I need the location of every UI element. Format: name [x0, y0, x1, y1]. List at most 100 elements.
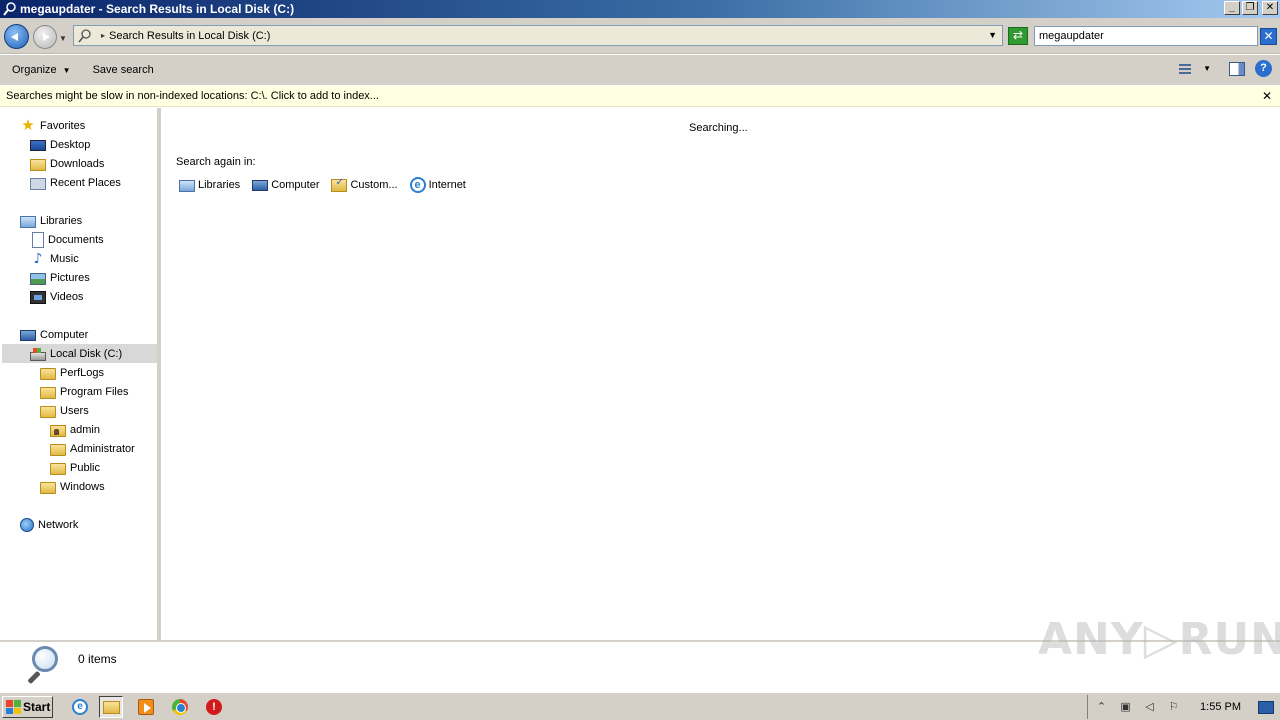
nav-folder-admin[interactable]: admin: [50, 420, 100, 439]
breadcrumb-arrow-icon[interactable]: ▸: [101, 31, 105, 40]
forward-button[interactable]: [33, 25, 57, 49]
videos-icon: [30, 290, 46, 304]
nav-folder-users[interactable]: Users: [40, 401, 89, 420]
view-options-dropdown-icon[interactable]: ▼: [1203, 64, 1211, 73]
nav-libraries[interactable]: Libraries: [20, 211, 82, 230]
search-again-label: Search again in:: [176, 156, 256, 168]
search-clear-button[interactable]: ✕: [1260, 28, 1277, 45]
anyrun-watermark: ANY▷RUN: [1038, 614, 1280, 665]
custom-folder-icon: [331, 177, 348, 192]
nav-folder-perflogs[interactable]: PerfLogs: [40, 363, 104, 382]
nav-admin-label: admin: [70, 423, 100, 436]
nav-desktop-label: Desktop: [50, 138, 91, 151]
nav-folder-windows[interactable]: Windows: [40, 477, 105, 496]
nav-users-label: Users: [60, 404, 89, 417]
show-desktop-icon[interactable]: [1258, 700, 1274, 714]
libraries-icon: [179, 180, 195, 192]
downloads-folder-icon: [30, 158, 46, 171]
address-dropdown-icon[interactable]: ▼: [988, 30, 997, 40]
network-status-icon[interactable]: ▣: [1118, 700, 1133, 715]
search-status: Searching...: [689, 122, 748, 134]
documents-icon: [32, 231, 44, 248]
save-search-button[interactable]: Save search: [93, 64, 154, 76]
local-disk-icon: [30, 347, 46, 361]
search-results-area: Searching... Search again in: Libraries …: [161, 108, 1280, 640]
nav-network[interactable]: Network: [20, 515, 78, 534]
action-center-flag-icon[interactable]: ⚐: [1166, 700, 1181, 715]
nav-folder-administrator[interactable]: Administrator: [50, 439, 135, 458]
address-path: Search Results in Local Disk (C:): [109, 29, 271, 42]
taskbar: Start e ! ⌃ ▣ ◁ ⚐ 1:55 PM: [0, 692, 1280, 720]
search-again-options: Libraries Computer Custom... e Internet: [179, 177, 466, 193]
address-row: ▼ ▸ Search Results in Local Disk (C:) ▼ …: [0, 18, 1280, 54]
nav-pictures-label: Pictures: [50, 271, 90, 284]
nav-music[interactable]: ♪ Music: [30, 249, 79, 268]
command-toolbar: Organize ▼ Save search ▼ ?: [0, 55, 1280, 85]
nav-music-label: Music: [50, 252, 79, 265]
nav-computer[interactable]: Computer: [20, 325, 88, 344]
search-again-libraries[interactable]: Libraries: [179, 177, 240, 193]
windows-logo-icon: [6, 700, 21, 714]
nav-desktop[interactable]: Desktop: [30, 135, 90, 154]
nav-documents[interactable]: Documents: [30, 230, 104, 249]
show-hidden-icons-icon[interactable]: ⌃: [1094, 700, 1109, 715]
details-pane: 0 items ANY▷RUN: [0, 614, 1280, 692]
nav-folder-public[interactable]: Public: [50, 458, 100, 477]
search-again-internet-label: Internet: [428, 179, 466, 191]
recent-pages-dropdown-icon[interactable]: ▼: [59, 34, 67, 43]
folder-icon: [50, 462, 66, 475]
restore-button[interactable]: ❐: [1242, 1, 1258, 15]
nav-downloads-label: Downloads: [50, 157, 105, 170]
preview-pane-icon[interactable]: [1229, 61, 1245, 76]
search-again-computer[interactable]: Computer: [252, 177, 319, 193]
taskbar-internet-explorer[interactable]: e: [68, 696, 92, 718]
taskbar-explorer[interactable]: [99, 696, 123, 718]
nav-libraries-label: Libraries: [40, 214, 83, 227]
back-button[interactable]: [4, 24, 29, 49]
nav-administrator-label: Administrator: [70, 442, 135, 455]
nav-local-disk[interactable]: Local Disk (C:): [2, 344, 157, 363]
nav-favorites[interactable]: ★ Favorites: [20, 116, 85, 135]
minimize-button[interactable]: _: [1224, 1, 1240, 15]
chrome-icon: [172, 699, 188, 715]
folder-icon: [50, 443, 66, 456]
nav-folder-program-files[interactable]: Program Files: [40, 382, 128, 401]
taskbar-media-player[interactable]: [134, 696, 158, 718]
favorites-star-icon: ★: [21, 116, 35, 134]
nav-program-files-label: Program Files: [60, 385, 129, 398]
nav-windows-label: Windows: [60, 480, 105, 493]
stop-icon: !: [206, 699, 222, 715]
nav-downloads[interactable]: Downloads: [30, 154, 104, 173]
internet-explorer-icon: e: [409, 177, 426, 193]
close-button[interactable]: ✕: [1262, 1, 1278, 15]
nav-computer-label: Computer: [40, 328, 89, 341]
user-folder-icon: [50, 424, 66, 437]
index-info-bar[interactable]: Searches might be slow in non-indexed lo…: [0, 86, 1280, 107]
computer-icon: [20, 329, 36, 341]
network-icon: [20, 517, 34, 532]
change-view-icon[interactable]: [1177, 61, 1193, 77]
items-count: 0 items: [78, 652, 117, 666]
nav-recent-places[interactable]: Recent Places: [30, 173, 121, 192]
search-input[interactable]: [1034, 26, 1258, 46]
info-bar-message: Searches might be slow in non-indexed lo…: [6, 90, 379, 102]
help-icon[interactable]: ?: [1255, 60, 1272, 77]
organize-button[interactable]: Organize ▼: [12, 64, 71, 76]
clock[interactable]: 1:55 PM: [1200, 701, 1241, 713]
info-bar-close-icon[interactable]: ✕: [1262, 89, 1272, 103]
search-again-internet[interactable]: e Internet: [409, 177, 466, 193]
nav-videos[interactable]: Videos: [30, 287, 83, 306]
nav-pictures[interactable]: Pictures: [30, 268, 90, 287]
refresh-button[interactable]: ⇄: [1008, 27, 1028, 45]
nav-network-label: Network: [38, 518, 79, 531]
start-button[interactable]: Start: [2, 696, 53, 718]
magnifier-icon: [24, 646, 58, 685]
media-player-icon: [138, 699, 154, 715]
volume-icon[interactable]: ◁: [1142, 700, 1157, 715]
start-label: Start: [23, 700, 51, 714]
search-again-custom[interactable]: Custom...: [331, 177, 398, 193]
internet-explorer-icon: e: [72, 699, 88, 715]
taskbar-chrome[interactable]: [168, 696, 192, 718]
address-bar[interactable]: ▸ Search Results in Local Disk (C:) ▼: [73, 25, 1003, 46]
taskbar-stop-app[interactable]: !: [202, 696, 226, 718]
